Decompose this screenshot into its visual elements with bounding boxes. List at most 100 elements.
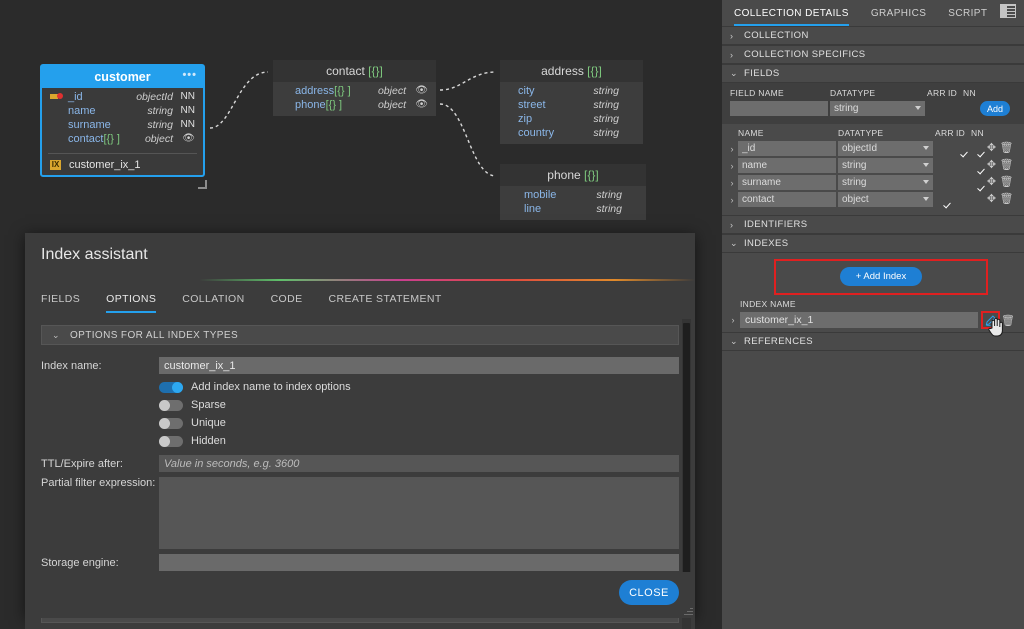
entity-phone-title: phone: [547, 168, 581, 182]
eye-icon[interactable]: 👁: [406, 98, 428, 112]
entity-field-row: city string: [500, 84, 643, 98]
storage-engine-input[interactable]: [159, 554, 679, 571]
expand-row-icon[interactable]: ›: [726, 315, 740, 325]
toggle-row-add-index-name: Add index name to index options: [159, 379, 679, 395]
section-collection-specifics[interactable]: › COLLECTION SPECIFICS: [722, 45, 1024, 64]
table-row[interactable]: › string ✥ 🗑: [726, 175, 1016, 190]
move-handle-icon[interactable]: ✥: [984, 194, 999, 205]
tab-create-statement[interactable]: CREATE STATEMENT: [329, 293, 442, 313]
tab-options[interactable]: OPTIONS: [106, 293, 157, 313]
tab-script[interactable]: SCRIPT: [948, 8, 987, 26]
entity-field-row: _id objectId NN: [42, 90, 203, 104]
move-handle-icon[interactable]: ✥: [984, 177, 999, 188]
index-name-input[interactable]: [740, 312, 978, 328]
index-name-input[interactable]: [159, 357, 679, 374]
accordion-all-index-types[interactable]: ⌄ OPTIONS FOR ALL INDEX TYPES: [41, 325, 679, 345]
ttl-label: TTL/Expire after:: [41, 457, 123, 470]
section-identifiers[interactable]: › IDENTIFIERS: [722, 215, 1024, 234]
expand-row-icon[interactable]: ›: [726, 161, 738, 171]
move-handle-icon[interactable]: ✥: [984, 143, 999, 154]
dialog-title: Index assistant: [41, 246, 148, 263]
chevron-down-icon: [923, 180, 929, 184]
add-index-button[interactable]: + Add Index: [839, 267, 923, 286]
add-field-headers: FIELD NAME DATATYPE ARR ID NN: [730, 88, 1016, 98]
erd-canvas[interactable]: customer ••• _id objectId NN name string…: [0, 0, 722, 629]
index-assistant-dialog[interactable]: Index assistant FIELDS OPTIONS COLLATION…: [25, 233, 695, 629]
dialog-titlebar: Index assistant: [25, 233, 695, 279]
panel-layout-icon[interactable]: [1000, 4, 1016, 18]
scrollbar-thumb[interactable]: [683, 323, 690, 591]
field-name-input[interactable]: [738, 141, 836, 156]
trash-icon[interactable]: 🗑: [999, 194, 1014, 205]
dialog-resize-handle[interactable]: [683, 606, 693, 616]
tab-collection-details[interactable]: COLLECTION DETAILS: [734, 8, 849, 26]
chevron-down-icon: ⌄: [730, 336, 738, 346]
section-label: COLLECTION SPECIFICS: [744, 49, 866, 60]
section-fields[interactable]: ⌄ FIELDS: [722, 64, 1024, 83]
entity-address[interactable]: address [{}] city string street string z…: [500, 60, 643, 144]
entity-contact-header: contact [{}]: [273, 60, 436, 82]
field-datatype-select[interactable]: string: [838, 158, 933, 173]
index-row[interactable]: › 🗑: [726, 311, 1016, 329]
field-nn-flag: NN: [180, 91, 195, 102]
trash-icon[interactable]: 🗑: [1000, 314, 1016, 327]
ttl-field-row: TTL/Expire after:: [41, 455, 679, 472]
tab-fields[interactable]: FIELDS: [41, 293, 80, 313]
section-label: IDENTIFIERS: [744, 219, 808, 230]
index-name-label: Index name:: [41, 359, 102, 372]
entity-field-row: name string NN: [42, 104, 203, 118]
storage-engine-label: Storage engine:: [41, 556, 119, 569]
entity-phone[interactable]: phone [{}] mobile string line string: [500, 164, 646, 220]
trash-icon[interactable]: 🗑: [999, 160, 1014, 171]
section-indexes[interactable]: ⌄ INDEXES: [722, 234, 1024, 253]
move-handle-icon[interactable]: ✥: [984, 160, 999, 171]
entity-contact[interactable]: contact [{}] address[{} ] object 👁 phone…: [273, 60, 436, 116]
eye-icon[interactable]: 👁: [406, 84, 428, 98]
header-nn: NN: [971, 128, 984, 138]
new-field-datatype-select[interactable]: string: [830, 101, 925, 116]
expand-row-icon[interactable]: ›: [726, 144, 738, 154]
close-button[interactable]: CLOSE: [619, 580, 679, 605]
toggle-label: Unique: [191, 417, 226, 429]
datatype-value: string: [842, 177, 867, 188]
toggle-row-sparse: Sparse: [159, 397, 679, 413]
field-name: zip: [518, 113, 533, 125]
tab-collation[interactable]: COLLATION: [182, 293, 244, 313]
trash-icon[interactable]: 🗑: [999, 177, 1014, 188]
toggle-row-unique: Unique: [159, 415, 679, 431]
table-row[interactable]: › string ✥ 🗑: [726, 158, 1016, 173]
table-row[interactable]: › object ✥ 🗑: [726, 192, 1016, 207]
table-row[interactable]: › objectId ✥ 🗑: [726, 141, 1016, 156]
tab-code[interactable]: CODE: [271, 293, 303, 313]
chevron-down-icon: ⌄: [52, 329, 60, 340]
field-name: phone: [295, 99, 326, 111]
partial-filter-textarea[interactable]: [159, 477, 679, 549]
trash-icon[interactable]: 🗑: [999, 143, 1014, 154]
entity-field-row: street string: [500, 98, 643, 112]
field-datatype: string: [593, 127, 619, 139]
field-name-input[interactable]: [738, 175, 836, 190]
tab-graphics[interactable]: GRAPHICS: [871, 8, 926, 26]
field-datatype-select[interactable]: objectId: [838, 141, 933, 156]
pencil-edit-icon[interactable]: [985, 314, 996, 326]
toggle-add-index-name[interactable]: [159, 381, 183, 393]
expand-row-icon[interactable]: ›: [726, 195, 738, 205]
field-name-input[interactable]: [738, 158, 836, 173]
section-collection[interactable]: › COLLECTION: [722, 26, 1024, 45]
expand-row-icon[interactable]: ›: [726, 178, 738, 188]
add-field-button[interactable]: Add: [980, 101, 1010, 116]
entity-index-row[interactable]: IX customer_ix_1: [42, 156, 203, 175]
toggle-unique[interactable]: [159, 417, 183, 429]
toggle-sparse[interactable]: [159, 399, 183, 411]
eye-icon[interactable]: 👁: [173, 132, 195, 146]
ellipsis-icon[interactable]: •••: [182, 69, 197, 81]
entity-customer[interactable]: customer ••• _id objectId NN name string…: [40, 64, 207, 189]
entity-phone-header: phone [{}]: [500, 164, 646, 186]
field-datatype-select[interactable]: object: [838, 192, 933, 207]
ttl-input[interactable]: [159, 455, 679, 472]
field-datatype-select[interactable]: string: [838, 175, 933, 190]
section-references[interactable]: ⌄ REFERENCES: [722, 332, 1024, 351]
field-name-input[interactable]: [738, 192, 836, 207]
new-field-name-input[interactable]: [730, 101, 828, 116]
toggle-hidden[interactable]: [159, 435, 183, 447]
